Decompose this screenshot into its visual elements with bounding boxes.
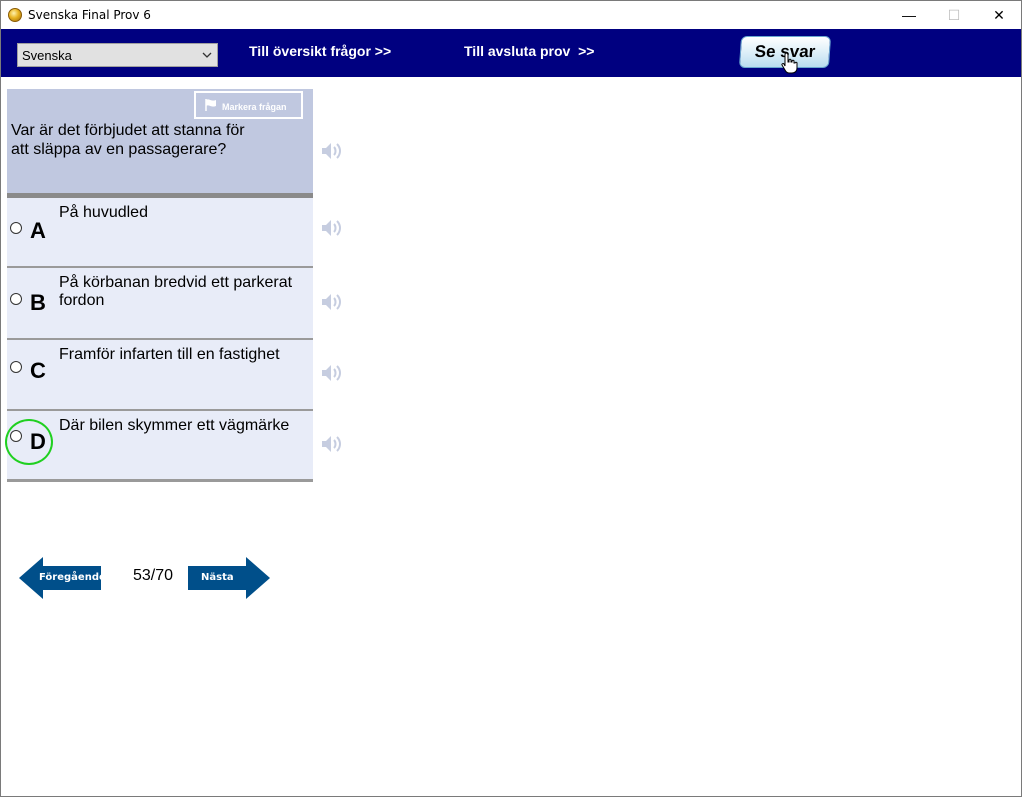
answer-option-b[interactable]: B På körbanan bredvid ett parkerat fordo… xyxy=(7,268,313,340)
language-select[interactable]: Svenska xyxy=(17,43,218,67)
hand-cursor-icon xyxy=(781,52,798,74)
radio-option-b[interactable] xyxy=(10,293,22,305)
speaker-icon[interactable] xyxy=(320,361,344,385)
previous-button[interactable]: Föregående xyxy=(19,557,106,599)
option-text-d: Där bilen skymmer ett vägmärke xyxy=(59,417,290,434)
option-letter-a: A xyxy=(30,218,46,243)
app-window: Svenska Final Prov 6 — ☐ ✕ Svenska Till … xyxy=(0,0,1022,797)
option-text-b: På körbanan bredvid ett parkerat fordon xyxy=(59,274,293,309)
previous-label: Föregående xyxy=(39,572,106,583)
finish-exam-link[interactable]: Till avsluta prov >> xyxy=(464,43,594,59)
minimize-button[interactable]: — xyxy=(886,1,932,29)
language-select-value: Svenska xyxy=(22,48,72,63)
highlight-circle xyxy=(5,419,53,465)
top-nav-bar: Svenska Till översikt frågor >> Till avs… xyxy=(1,29,1021,77)
app-coin-icon xyxy=(8,8,22,22)
flag-icon xyxy=(205,99,216,111)
option-text-a: På huvudled xyxy=(59,204,148,221)
option-divider xyxy=(7,479,313,482)
title-bar: Svenska Final Prov 6 — ☐ ✕ xyxy=(1,1,1021,29)
mark-question-button[interactable]: Markera frågan xyxy=(194,91,303,119)
question-counter: 53/70 xyxy=(133,567,174,584)
option-letter-b: B xyxy=(30,290,46,315)
speaker-icon[interactable] xyxy=(320,216,344,240)
speaker-icon[interactable] xyxy=(320,139,344,163)
chevron-down-icon xyxy=(202,52,212,58)
speaker-icon[interactable] xyxy=(320,290,344,314)
next-button[interactable]: Nästa xyxy=(186,557,270,599)
close-button[interactable]: ✕ xyxy=(976,1,1022,29)
answer-option-a[interactable]: A På huvudled xyxy=(7,198,313,268)
overview-questions-link[interactable]: Till översikt frågor >> xyxy=(249,43,391,59)
next-label: Nästa xyxy=(201,572,234,583)
answer-option-c[interactable]: C Framför infarten till en fastighet xyxy=(7,340,313,411)
option-text-c: Framför infarten till en fastighet xyxy=(59,346,280,363)
maximize-button[interactable]: ☐ xyxy=(931,1,977,29)
radio-option-c[interactable] xyxy=(10,361,22,373)
radio-option-a[interactable] xyxy=(10,222,22,234)
speaker-icon[interactable] xyxy=(320,432,344,456)
window-title: Svenska Final Prov 6 xyxy=(28,8,151,22)
answer-option-d[interactable]: D Där bilen skymmer ett vägmärke xyxy=(7,411,313,482)
option-letter-c: C xyxy=(30,358,46,383)
mark-question-label: Markera frågan xyxy=(222,102,287,112)
question-panel: Markera frågan Var är det förbjudet att … xyxy=(7,89,313,193)
question-text: Var är det förbjudet att stanna för att … xyxy=(11,122,245,158)
